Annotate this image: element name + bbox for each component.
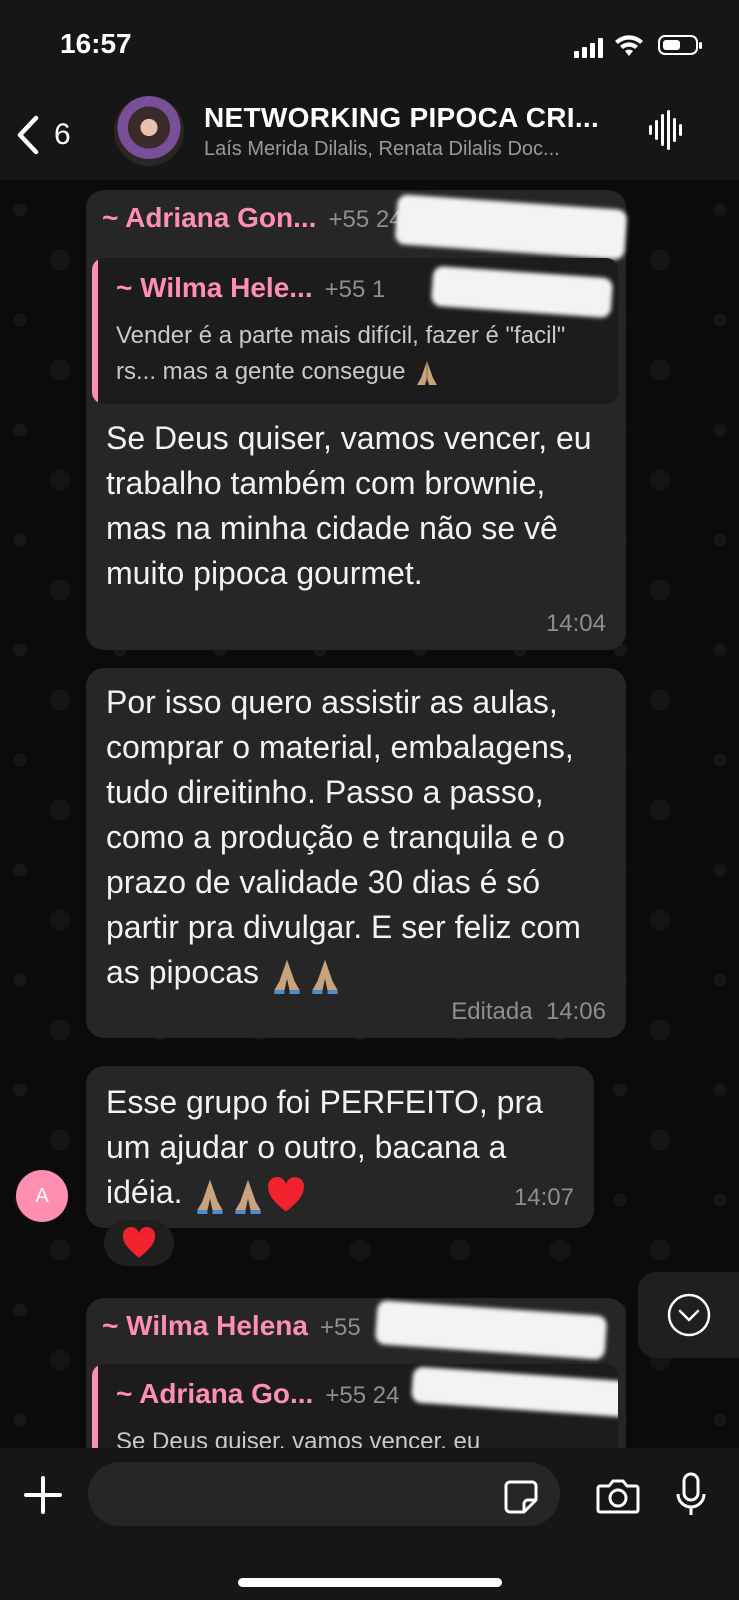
- heart-icon: [122, 1227, 156, 1258]
- group-title[interactable]: NETWORKING PIPOCA CRI...: [204, 102, 599, 134]
- cellular-signal-icon: [574, 38, 603, 58]
- wifi-icon: [615, 35, 643, 56]
- message-text: Esse grupo foi PERFEITO, pra um ajudar o…: [106, 1084, 543, 1210]
- message-text: Por isso quero assistir as aulas, compra…: [106, 684, 581, 990]
- sticker-icon[interactable]: [504, 1480, 538, 1514]
- composer-bar: [0, 1448, 739, 1600]
- message-bubble[interactable]: ~ Adriana Gon... +55 24 ~ Wilma Hele... +5…: [86, 190, 628, 650]
- home-indicator: [238, 1578, 502, 1587]
- microphone-icon[interactable]: [676, 1472, 706, 1518]
- praying-hands-emoji-icon: [417, 360, 438, 385]
- redaction-mark: [411, 1366, 618, 1418]
- group-members[interactable]: Laís Merida Dilalis, Renata Dilalis Doc.…: [204, 138, 560, 161]
- sender-name[interactable]: ~ Wilma Helena: [102, 1310, 308, 1341]
- message-bubble[interactable]: ~ Wilma Helena +55 ~ Adriana Go... +55 24 …: [86, 1298, 626, 1448]
- redaction-mark: [394, 194, 628, 260]
- message-list[interactable]: ~ Adriana Gon... +55 24 ~ Wilma Hele... +5…: [0, 180, 739, 1448]
- heart-emoji-icon: [268, 1176, 305, 1212]
- sender-name[interactable]: ~ Adriana Gon...: [102, 202, 316, 233]
- status-bar: 16:57: [0, 0, 739, 90]
- quoted-sender: ~ Adriana Go...: [116, 1378, 314, 1409]
- message-bubble[interactable]: Por isso quero assistir as aulas, compra…: [86, 668, 626, 1038]
- sender-phone: +55 24: [328, 206, 403, 233]
- quoted-message[interactable]: ~ Adriana Go... +55 24 Se Deus quiser, va…: [92, 1364, 618, 1448]
- redaction-mark: [430, 265, 614, 319]
- sender-phone: +55: [319, 1314, 361, 1341]
- message-time: 14:04: [545, 610, 606, 637]
- back-button[interactable]: 6: [16, 110, 76, 160]
- message-time: 14:06: [545, 998, 606, 1025]
- chevron-down-circle-icon: [667, 1293, 710, 1337]
- group-avatar[interactable]: [114, 96, 184, 166]
- quoted-message[interactable]: ~ Wilma Hele... +55 1 Vender é a parte ma…: [92, 258, 618, 404]
- scroll-to-bottom-button[interactable]: [638, 1272, 739, 1358]
- chevron-left-icon: [17, 115, 39, 155]
- praying-hands-emoji-icon: [197, 1179, 224, 1214]
- message-input[interactable]: [88, 1462, 560, 1526]
- sender-avatar[interactable]: A: [16, 1170, 68, 1222]
- edited-label: Editada: [451, 998, 533, 1025]
- quoted-sender: ~ Wilma Hele...: [116, 272, 313, 303]
- quoted-phone: +55 1: [324, 276, 386, 303]
- plus-icon[interactable]: [24, 1476, 62, 1514]
- unread-count: 6: [54, 118, 71, 151]
- message-text: Se Deus quiser, vamos vencer, eu trabalh…: [106, 420, 592, 591]
- redaction-mark: [374, 1300, 608, 1360]
- praying-hands-emoji-icon: [312, 959, 338, 994]
- camera-icon[interactable]: [596, 1478, 640, 1514]
- clock: 16:57: [60, 28, 132, 59]
- quoted-text: Vender é a parte mais difícil, fazer é "…: [116, 322, 566, 385]
- quoted-text: Se Deus quiser, vamos vencer, eu: [116, 1428, 481, 1448]
- chat-header: 6 NETWORKING PIPOCA CRI... Laís Merida D…: [0, 90, 739, 180]
- reaction-badge[interactable]: [104, 1220, 174, 1266]
- battery-icon: [658, 35, 702, 55]
- praying-hands-emoji-icon: [235, 1179, 262, 1214]
- quoted-phone: +55 24: [325, 1382, 400, 1409]
- message-bubble[interactable]: Esse grupo foi PERFEITO, pra um ajudar o…: [86, 1066, 594, 1228]
- praying-hands-emoji-icon: [274, 959, 300, 994]
- message-time: 14:07: [513, 1184, 574, 1211]
- voice-chat-icon[interactable]: [648, 110, 684, 150]
